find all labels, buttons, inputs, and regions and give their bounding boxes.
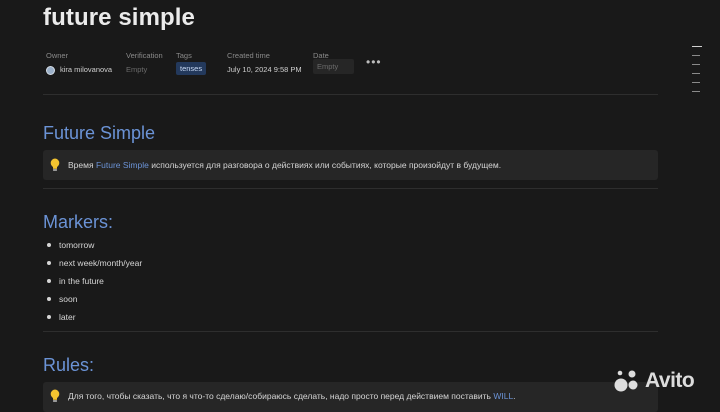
date-field[interactable]: Empty — [313, 59, 355, 74]
property-tags[interactable]: Tags tenses — [176, 51, 207, 75]
list-item: tomorrow — [43, 238, 142, 256]
callout-text: Для того, чтобы сказать, что я что-то сд… — [68, 391, 516, 401]
lightbulb-icon — [50, 158, 60, 171]
divider — [43, 188, 658, 189]
heading-rules: Rules: — [43, 355, 95, 375]
future-simple-link[interactable]: Future Simple — [96, 160, 149, 170]
divider — [43, 94, 658, 95]
callout-text-part: . — [513, 391, 516, 401]
more-properties-icon[interactable]: ••• — [366, 55, 382, 69]
created-time-value: July 10, 2024 9:58 PM — [227, 65, 302, 74]
property-label: Tags — [176, 51, 192, 60]
callout-text-part: Для того, чтобы сказать, что я что-то сд… — [68, 391, 494, 401]
toc-item[interactable] — [692, 82, 700, 83]
property-date[interactable]: Date Empty — [313, 51, 355, 74]
list-item: later — [43, 310, 142, 328]
properties-row: Owner kira milovanova Verification Empty… — [46, 51, 656, 81]
owner-value[interactable]: kira milovanova — [46, 65, 112, 75]
callout-definition: Время Future Simple используется для раз… — [43, 150, 658, 180]
heading-future-simple: Future Simple — [43, 123, 156, 143]
property-owner[interactable]: Owner kira milovanova — [46, 51, 112, 75]
date-value[interactable]: Empty — [313, 59, 355, 74]
verification-value[interactable]: Empty — [126, 65, 147, 74]
property-label: Created time — [227, 51, 270, 60]
callout-text-part: Время — [68, 160, 96, 170]
avatar — [46, 65, 55, 75]
avito-logo-icon — [614, 370, 638, 392]
watermark-text: Avito — [645, 369, 695, 392]
avito-watermark: Avito — [613, 366, 715, 398]
list-item: next week/month/year — [43, 256, 142, 274]
list-item: soon — [43, 292, 142, 310]
tags-value[interactable]: tenses — [176, 62, 207, 75]
property-label: Verification — [126, 51, 163, 60]
divider — [43, 331, 658, 332]
owner-name: kira milovanova — [60, 65, 113, 74]
lightbulb-icon — [50, 389, 60, 402]
property-created-time[interactable]: Created time July 10, 2024 9:58 PM — [227, 51, 302, 74]
heading-markers: Markers: — [43, 212, 114, 232]
callout-text: Время Future Simple используется для раз… — [68, 160, 501, 170]
property-label: Owner — [46, 51, 69, 60]
list-item: in the future — [43, 274, 142, 292]
tag-badge[interactable]: tenses — [176, 62, 207, 75]
markers-list: tomorrow next week/month/year in the fut… — [43, 238, 142, 328]
page-title[interactable]: future simple — [43, 4, 195, 32]
toc-item[interactable] — [692, 73, 700, 74]
toc-item[interactable] — [692, 55, 700, 56]
property-verification[interactable]: Verification Empty — [126, 51, 163, 74]
toc-item[interactable] — [692, 91, 700, 92]
callout-text-part: используется для разговора о действиях и… — [148, 160, 502, 170]
will-link[interactable]: WILL — [493, 391, 513, 401]
toc-item[interactable] — [692, 46, 702, 47]
toc-item[interactable] — [692, 64, 700, 65]
